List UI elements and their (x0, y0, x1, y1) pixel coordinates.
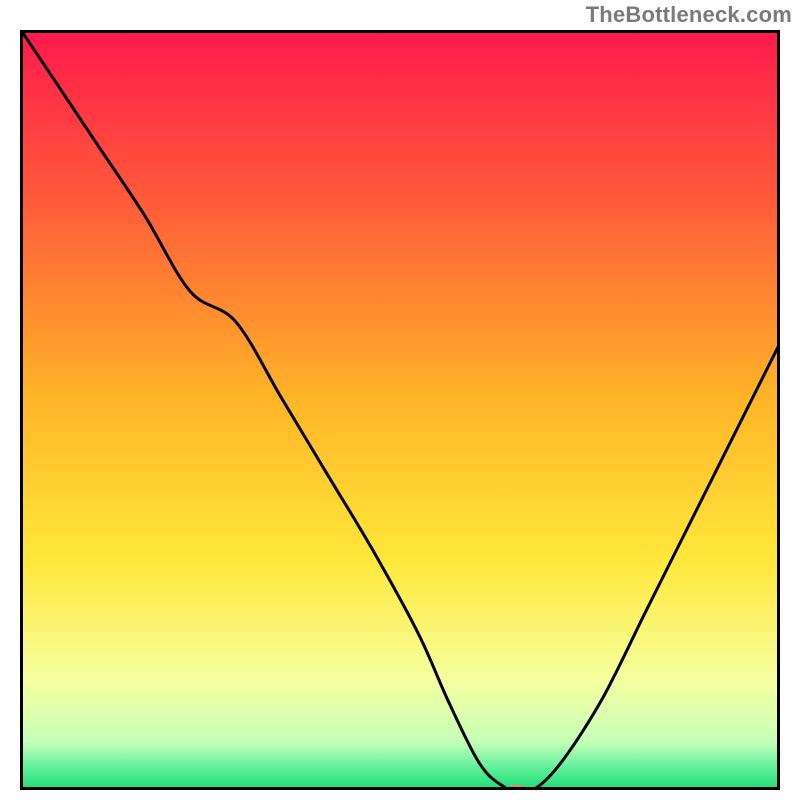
chart-container: TheBottleneck.com (0, 0, 800, 800)
plot-area (20, 30, 780, 790)
bottleneck-curve (23, 33, 780, 790)
watermark-text: TheBottleneck.com (586, 2, 792, 28)
curve-svg (23, 33, 780, 790)
optimum-marker (508, 785, 526, 790)
plot-frame (20, 30, 780, 790)
